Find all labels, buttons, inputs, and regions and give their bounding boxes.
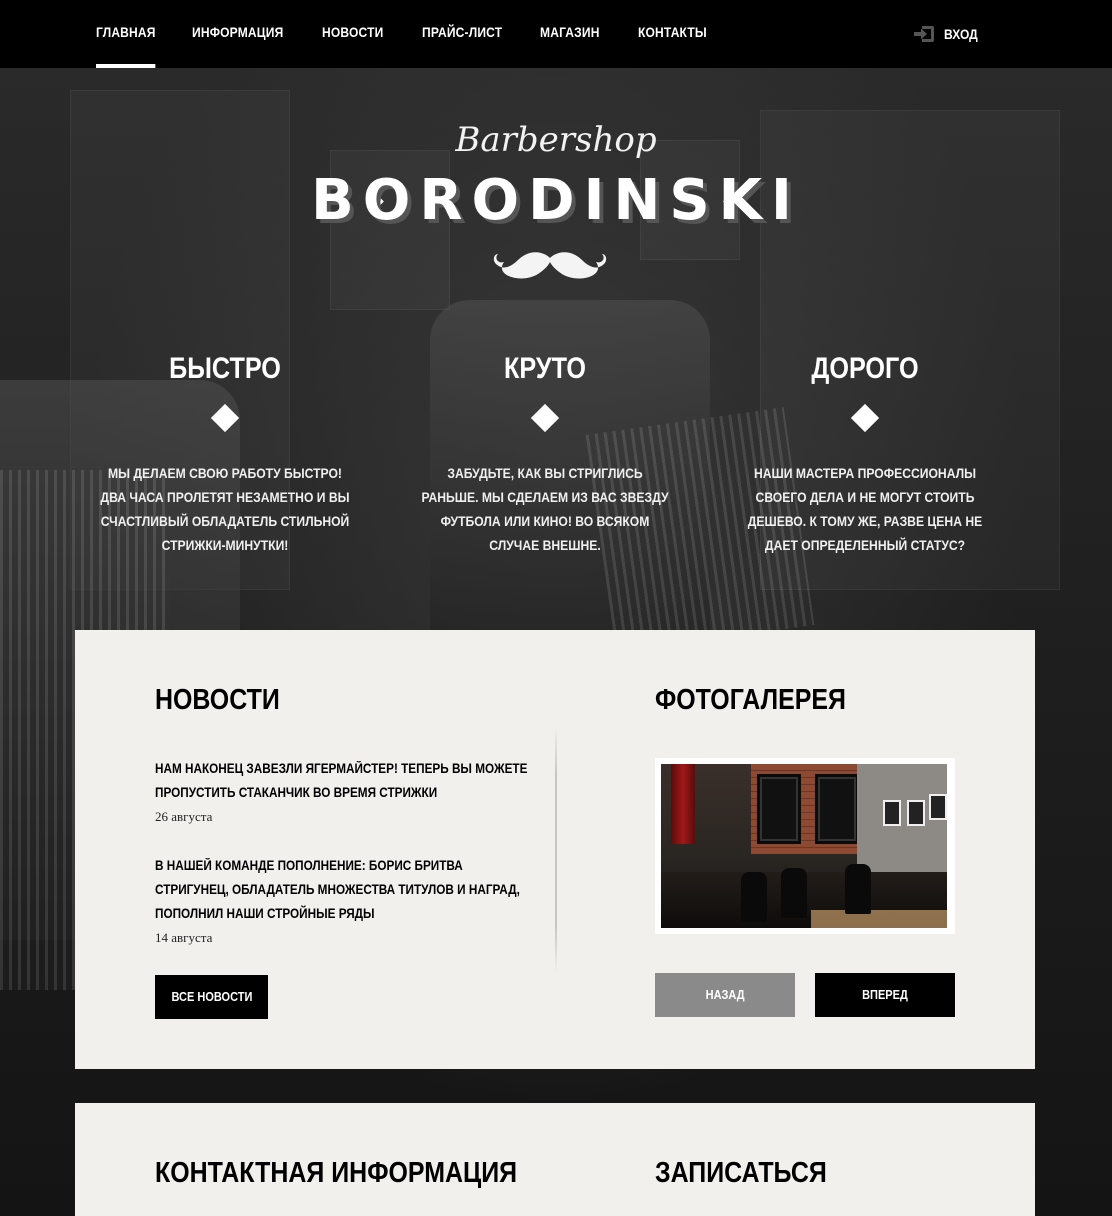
mustache-icon xyxy=(492,248,608,284)
news-heading: НОВОСТИ xyxy=(155,684,280,716)
nav-shop[interactable]: МАГАЗИН xyxy=(540,0,600,68)
news-title-link[interactable]: НАМ НАКОНЕЦ ЗАВЕЗЛИ ЯГЕРМАЙСТЕР! ТЕПЕРЬ … xyxy=(155,757,535,805)
feature-cool: КРУТО ЗАБУДЬТЕ, КАК ВЫ СТРИГЛИСЬ РАНЬШЕ.… xyxy=(405,352,685,558)
signup-heading: ЗАПИСАТЬСЯ xyxy=(655,1157,827,1189)
feature-text: НАШИ МАСТЕРА ПРОФЕССИОНАЛЫ СВОЕГО ДЕЛА И… xyxy=(747,466,983,553)
news-date: 26 августа xyxy=(155,809,213,824)
news-item: В НАШЕЙ КОМАНДЕ ПОПОЛНЕНИЕ: БОРИС БРИТВА… xyxy=(155,854,535,950)
contacts-signup-panel: КОНТАКТНАЯ ИНФОРМАЦИЯ ЗАПИСАТЬСЯ xyxy=(75,1103,1035,1216)
news-item: НАМ НАКОНЕЦ ЗАВЕЗЛИ ЯГЕРМАЙСТЕР! ТЕПЕРЬ … xyxy=(155,757,535,829)
gallery-photo-frame[interactable] xyxy=(655,758,955,934)
news-title-link[interactable]: В НАШЕЙ КОМАНДЕ ПОПОЛНЕНИЕ: БОРИС БРИТВА… xyxy=(155,854,535,926)
login-link[interactable]: ВХОД xyxy=(914,0,983,68)
nav-home[interactable]: ГЛАВНАЯ xyxy=(96,0,156,68)
news-date: 14 августа xyxy=(155,930,213,945)
gallery-photo-barbershop-interior xyxy=(661,764,947,928)
feature-fast: БЫСТРО МЫ ДЕЛАЕМ СВОЮ РАБОТУ БЫСТРО! ДВА… xyxy=(85,352,365,558)
nav-information[interactable]: ИНФОРМАЦИЯ xyxy=(192,0,283,68)
feature-title: БЫСТРО xyxy=(169,352,281,385)
gallery-heading: ФОТОГАЛЕРЕЯ xyxy=(655,684,846,716)
feature-title: КРУТО xyxy=(504,352,586,385)
panel-divider xyxy=(555,726,557,974)
feature-expensive: ДОРОГО НАШИ МАСТЕРА ПРОФЕССИОНАЛЫ СВОЕГО… xyxy=(725,352,1005,558)
nav-price-list[interactable]: ПРАЙС-ЛИСТ xyxy=(422,0,502,68)
news-gallery-panel: НОВОСТИ НАМ НАКОНЕЦ ЗАВЕЗЛИ ЯГЕРМАЙСТЕР!… xyxy=(75,630,1035,1069)
gallery-next-button[interactable]: ВПЕРЕД xyxy=(815,973,955,1017)
feature-text: МЫ ДЕЛАЕМ СВОЮ РАБОТУ БЫСТРО! ДВА ЧАСА П… xyxy=(100,466,350,553)
login-arrow-icon xyxy=(914,26,934,42)
gallery-next-label: ВПЕРЕД xyxy=(862,988,908,1002)
diamond-icon xyxy=(850,403,880,433)
gallery-prev-label: НАЗАД xyxy=(705,988,745,1002)
logo-script-text: Barbershop xyxy=(455,120,657,160)
nav-contacts[interactable]: КОНТАКТЫ xyxy=(638,0,707,68)
all-news-label: ВСЕ НОВОСТИ xyxy=(171,990,252,1004)
logo-title: BORODINSKI xyxy=(311,168,801,233)
login-label: ВХОД xyxy=(944,26,978,42)
diamond-icon xyxy=(210,403,240,433)
all-news-button[interactable]: ВСЕ НОВОСТИ xyxy=(155,975,268,1019)
diamond-icon xyxy=(530,403,560,433)
feature-text: ЗАБУДЬТЕ, КАК ВЫ СТРИГЛИСЬ РАНЬШЕ. МЫ СД… xyxy=(421,466,669,553)
gallery-prev-button[interactable]: НАЗАД xyxy=(655,973,795,1017)
top-navigation: ГЛАВНАЯ ИНФОРМАЦИЯ НОВОСТИ ПРАЙС-ЛИСТ МА… xyxy=(0,0,1112,68)
contacts-heading: КОНТАКТНАЯ ИНФОРМАЦИЯ xyxy=(155,1157,518,1189)
feature-title: ДОРОГО xyxy=(811,352,919,385)
nav-news[interactable]: НОВОСТИ xyxy=(322,0,383,68)
